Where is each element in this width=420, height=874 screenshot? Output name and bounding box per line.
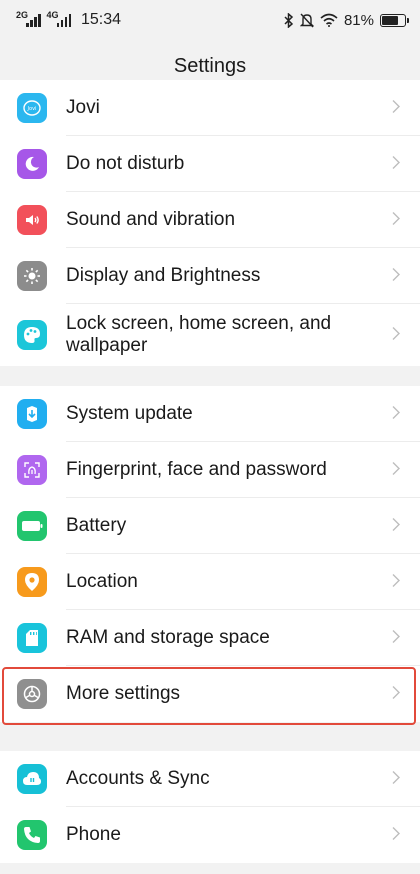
settings-item-label: RAM and storage space xyxy=(66,627,270,648)
settings-item-lock-screen[interactable]: Lock screen, home screen, and wallpaper xyxy=(0,304,420,366)
settings-item-display-and-brightness[interactable]: Display and Brightness xyxy=(0,248,420,304)
settings-item-label: Display and Brightness xyxy=(66,265,261,286)
settings-item-system-update[interactable]: System update xyxy=(0,386,420,442)
phone-icon xyxy=(17,820,47,850)
chevron-right-icon xyxy=(392,209,400,232)
location-pin-icon xyxy=(17,567,47,597)
settings-item-label: Jovi xyxy=(66,97,100,118)
network-type-label: 4G xyxy=(46,10,59,20)
accounts-sync-icon xyxy=(17,764,47,794)
chevron-right-icon xyxy=(392,265,400,288)
settings-item-fingerprint[interactable]: Fingerprint, face and password xyxy=(0,442,420,498)
system-update-icon xyxy=(17,399,47,429)
settings-item-label: Accounts & Sync xyxy=(66,768,210,789)
battery-icon xyxy=(380,13,409,27)
settings-item-jovi[interactable]: Jovi Jovi xyxy=(0,80,420,136)
settings-group-1: Jovi Jovi Do not disturb Sound and vibratio… xyxy=(0,80,420,366)
signal-2g-icon: 2G xyxy=(16,10,41,27)
chevron-right-icon xyxy=(392,459,400,482)
settings-group-3: Accounts & Sync Phone xyxy=(0,751,420,863)
settings-item-label: System update xyxy=(66,403,193,424)
chevron-right-icon xyxy=(392,824,400,847)
chevron-right-icon xyxy=(392,153,400,176)
chevron-right-icon xyxy=(392,515,400,538)
network-type-label: 2G xyxy=(16,10,29,20)
wifi-icon xyxy=(320,13,338,27)
settings-group-2: System update Fingerprint, face and passw… xyxy=(0,386,420,722)
chevron-right-icon xyxy=(392,324,400,347)
svg-text:Jovi: Jovi xyxy=(27,106,37,112)
palette-icon xyxy=(17,320,47,350)
chevron-right-icon xyxy=(392,403,400,426)
settings-item-sound-and-vibration[interactable]: Sound and vibration xyxy=(0,192,420,248)
moon-icon xyxy=(17,149,47,179)
settings-item-label: Phone xyxy=(66,824,121,845)
settings-item-label: Fingerprint, face and password xyxy=(66,459,327,480)
status-right: 81% xyxy=(284,11,409,29)
chevron-right-icon xyxy=(392,627,400,650)
settings-item-location[interactable]: Location xyxy=(0,554,420,610)
settings-item-do-not-disturb[interactable]: Do not disturb xyxy=(0,136,420,192)
settings-item-label: Do not disturb xyxy=(66,153,185,174)
settings-item-more-settings[interactable]: More settings xyxy=(0,666,420,722)
status-left: 2G 4G 15:34 xyxy=(16,10,122,29)
battery-icon xyxy=(17,511,47,541)
sun-icon xyxy=(17,261,47,291)
settings-item-battery[interactable]: Battery xyxy=(0,498,420,554)
sd-card-icon xyxy=(17,623,47,653)
clock: 15:34 xyxy=(81,11,122,28)
fingerprint-icon xyxy=(17,455,47,485)
settings-item-phone[interactable]: Phone xyxy=(0,807,420,863)
signal-4g-icon: 4G xyxy=(46,10,71,27)
settings-item-label: More settings xyxy=(66,683,181,704)
chevron-right-icon xyxy=(392,768,400,791)
settings-item-accounts-sync[interactable]: Accounts & Sync xyxy=(0,751,420,807)
bluetooth-icon xyxy=(284,12,294,28)
settings-item-label: Lock screen, home screen, and wallpaper xyxy=(66,313,332,356)
settings-item-ram-and-storage[interactable]: RAM and storage space xyxy=(0,610,420,666)
chevron-right-icon xyxy=(392,97,400,120)
jovi-icon: Jovi xyxy=(17,93,47,123)
gear-icon xyxy=(17,679,47,709)
mute-icon xyxy=(299,13,314,27)
chevron-right-icon xyxy=(392,571,400,594)
chevron-right-icon xyxy=(392,683,400,706)
status-bar: 2G 4G 15:34 81% xyxy=(0,0,420,40)
battery-percent: 81% xyxy=(343,11,374,29)
settings-item-label: Location xyxy=(66,571,138,592)
settings-item-label: Sound and vibration xyxy=(66,209,236,230)
settings-item-label: Battery xyxy=(66,515,127,536)
speaker-icon xyxy=(17,205,47,235)
